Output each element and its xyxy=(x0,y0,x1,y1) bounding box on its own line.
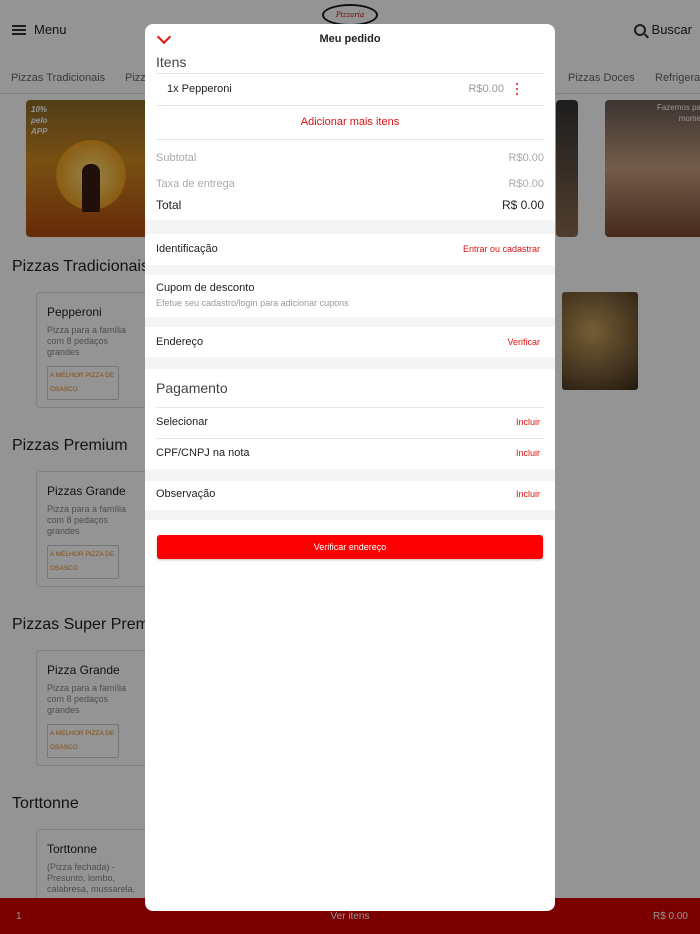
tax-id-label: CPF/CNPJ na nota xyxy=(156,447,250,459)
note-row[interactable]: Observação Incluir xyxy=(145,481,555,510)
payment-method-row[interactable]: Selecionar Incluir xyxy=(145,408,555,438)
identification-row[interactable]: Identificação Entrar ou cadastrar xyxy=(145,234,555,265)
delivery-fee-value: R$0.00 xyxy=(508,178,544,190)
section-separator xyxy=(145,357,555,369)
total-value: R$ 0.00 xyxy=(501,198,544,212)
section-separator xyxy=(145,220,555,234)
divider xyxy=(156,139,544,140)
identification-label: Identificação xyxy=(156,243,218,255)
section-separator xyxy=(145,510,555,520)
coupon-label: Cupom de desconto xyxy=(156,282,255,294)
address-row[interactable]: Endereço Verificar xyxy=(145,327,555,357)
payment-select-label: Selecionar xyxy=(156,416,208,428)
section-separator xyxy=(145,469,555,481)
subtotal-value: R$0.00 xyxy=(508,152,544,164)
delivery-fee-label: Taxa de entrega xyxy=(156,178,235,190)
order-item-price: R$0.00 xyxy=(468,83,504,95)
order-modal: Meu pedido Itens 1x Pepperoni R$0.00 Adi… xyxy=(145,24,555,911)
add-more-items-link[interactable]: Adicionar mais itens xyxy=(145,116,555,128)
tax-id-row[interactable]: CPF/CNPJ na nota Incluir xyxy=(145,439,555,469)
verify-address-button[interactable]: Verificar endereço xyxy=(157,535,543,559)
divider xyxy=(156,105,544,106)
modal-title: Meu pedido xyxy=(319,33,381,45)
address-label: Endereço xyxy=(156,336,204,348)
verify-address-link[interactable]: Verificar xyxy=(507,337,540,347)
note-label: Observação xyxy=(156,488,216,500)
coupon-row[interactable]: Cupom de desconto Efetue seu cadastro/lo… xyxy=(145,275,555,317)
more-options-icon[interactable] xyxy=(515,83,519,95)
note-include-link[interactable]: Incluir xyxy=(516,489,540,499)
tax-id-include-link[interactable]: Incluir xyxy=(516,448,540,458)
items-heading: Itens xyxy=(156,54,187,70)
payment-heading: Pagamento xyxy=(156,380,228,396)
payment-include-link[interactable]: Incluir xyxy=(516,417,540,427)
modal-header: Meu pedido xyxy=(145,24,555,54)
section-separator xyxy=(145,265,555,275)
subtotal-label: Subtotal xyxy=(156,152,197,164)
order-item-row: 1x Pepperoni R$0.00 xyxy=(145,74,555,104)
login-register-link[interactable]: Entrar ou cadastrar xyxy=(463,244,540,254)
coupon-hint: Efetue seu cadastro/login para adicionar… xyxy=(156,298,349,308)
order-item-name: 1x Pepperoni xyxy=(167,83,232,95)
section-separator xyxy=(145,317,555,327)
total-label: Total xyxy=(156,198,182,212)
